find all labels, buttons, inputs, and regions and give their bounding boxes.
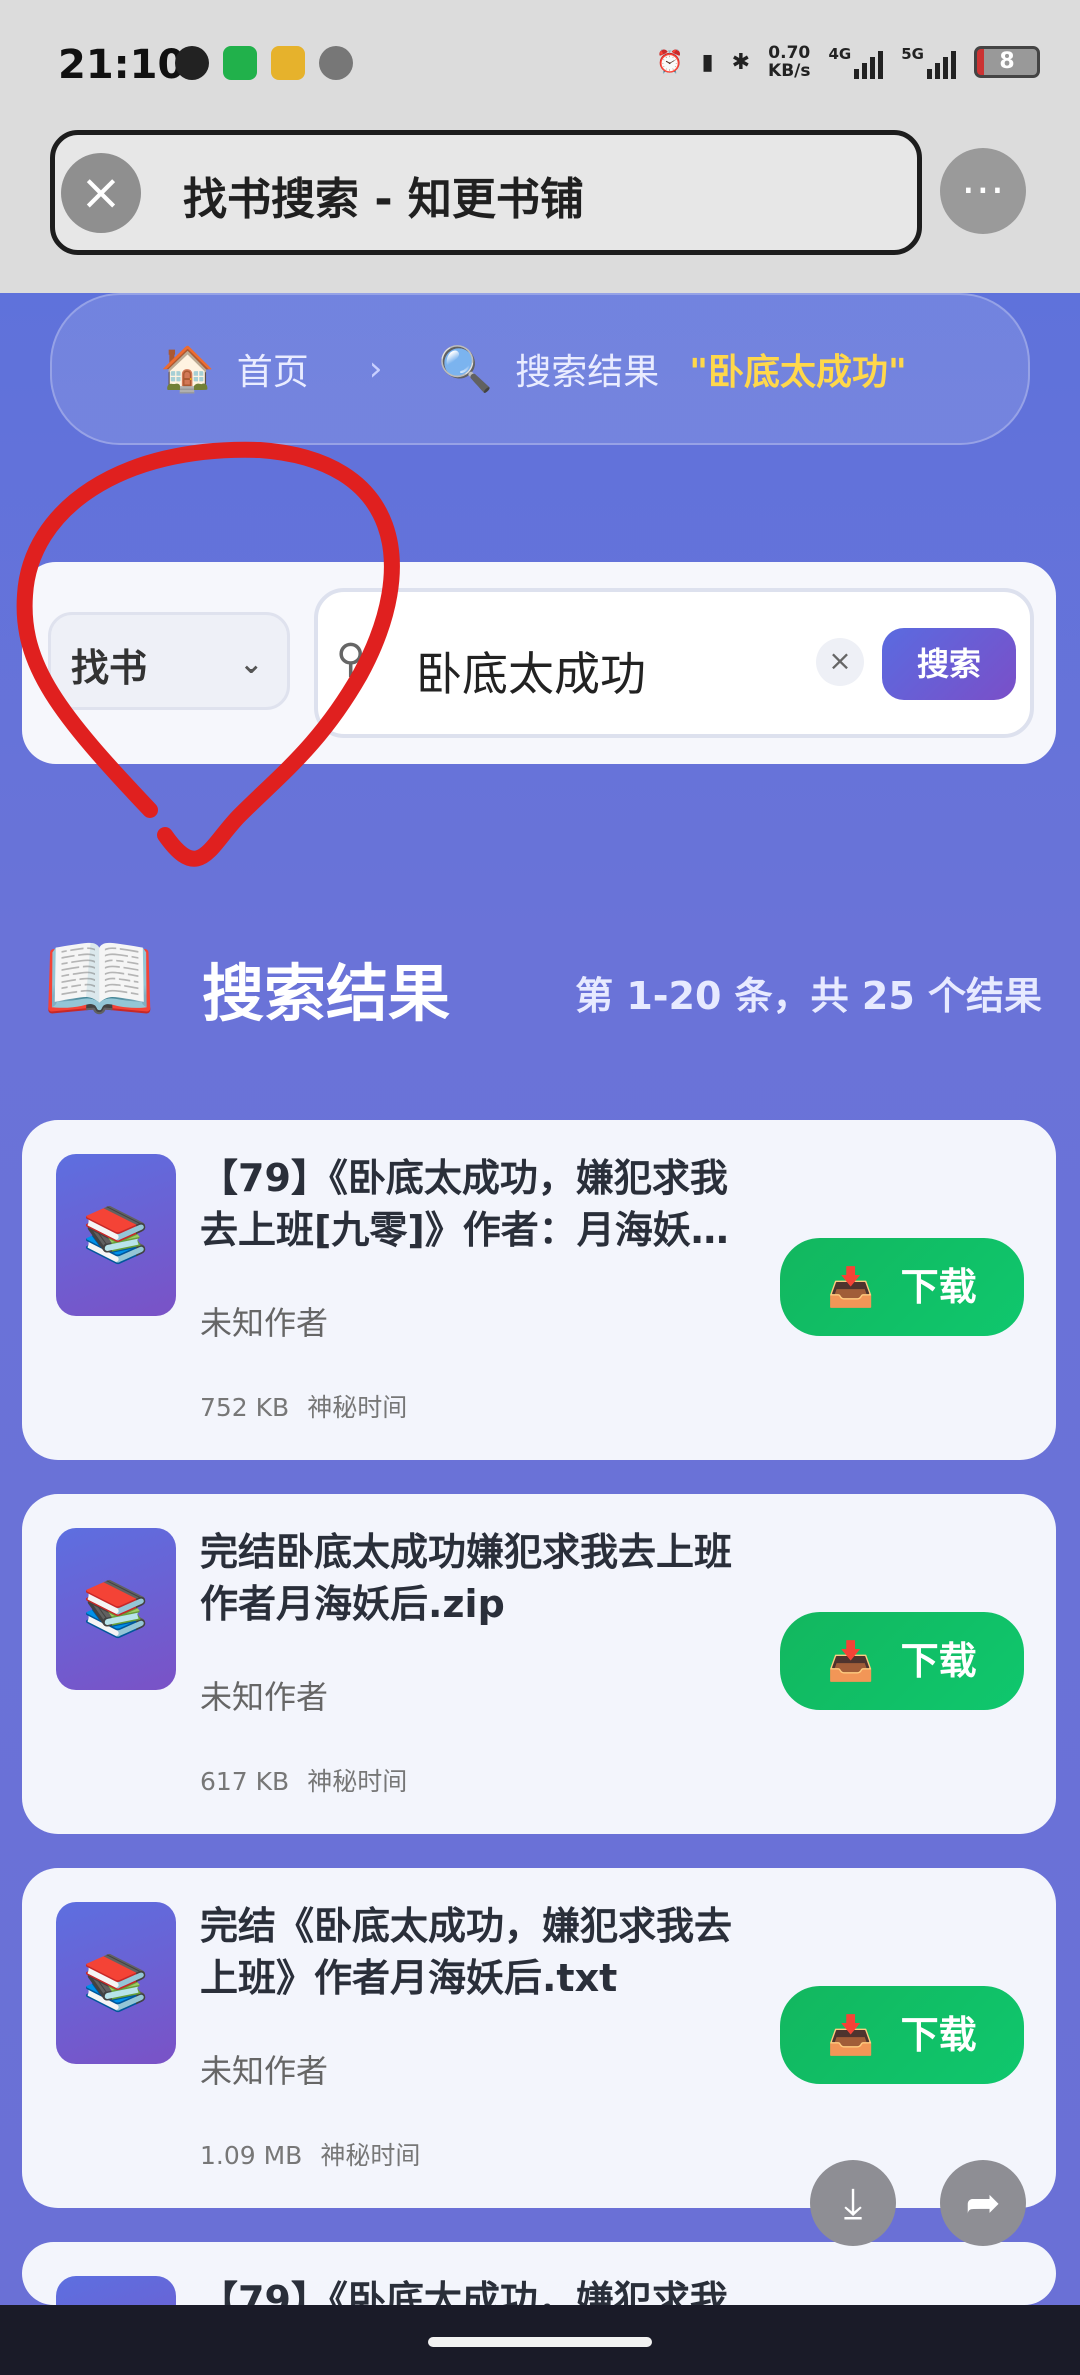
books-icon: 📚 <box>56 1902 176 2064</box>
wechat-icon <box>223 46 257 80</box>
result-time: 神秘时间 <box>307 1393 408 1422</box>
vibrate-icon: ▮ <box>701 49 714 75</box>
result-card[interactable]: 📚 完结卧底太成功嫌犯求我去上班作者月海妖后.zip 未知作者 617 KB 神秘… <box>22 1494 1056 1834</box>
breadcrumb-separator: › <box>368 349 383 389</box>
result-title[interactable]: 【79】《卧底太成功，嫌犯求我去上班[九零]》作者：月海妖… <box>200 2274 760 2305</box>
books-icon: 📚 <box>56 1528 176 1690</box>
result-card[interactable]: 📚 完结《卧底太成功，嫌犯求我去上班》作者月海妖后.txt 未知作者 1.09 … <box>22 1868 1056 2208</box>
page-title: 找书搜索 - 知更书铺 <box>183 174 584 225</box>
result-author: 未知作者 <box>200 2052 329 2090</box>
breadcrumb-query: "卧底太成功" <box>689 352 907 393</box>
avatar-icon <box>319 46 353 80</box>
books-icon: 📚 <box>56 1154 176 1316</box>
result-title[interactable]: 完结卧底太成功嫌犯求我去上班作者月海妖后.zip <box>200 1526 760 1630</box>
save-download-icon[interactable]: ⤓ <box>810 2160 896 2246</box>
bluetooth-icon: ✱ <box>731 49 751 75</box>
results-count: 第 1-20 条，共 25 个结果 <box>575 974 1042 1018</box>
signal-5g-icon: 5G <box>901 45 956 79</box>
share-icon[interactable]: ➦ <box>940 2160 1026 2246</box>
download-tray-icon: 📥 <box>827 1639 875 1683</box>
status-time: 21:10 <box>58 42 186 88</box>
system-nav-bar <box>0 2305 1080 2375</box>
url-bar[interactable]: × 找书搜索 - 知更书铺 <box>50 130 922 255</box>
result-card[interactable]: 📚 【79】《卧底太成功，嫌犯求我去上班[九零]》作者：月海妖… <box>22 2242 1056 2305</box>
magnifier-icon: 🔍 <box>438 344 494 395</box>
signal-4g-icon: 4G <box>829 45 884 79</box>
download-tray-icon: 📥 <box>827 1265 875 1309</box>
search-button[interactable]: 搜索 <box>882 628 1016 700</box>
more-icon[interactable]: ⋯ <box>940 148 1026 234</box>
search-input[interactable]: 卧底太成功 <box>416 638 646 704</box>
result-meta: 1.09 MB 神秘时间 <box>200 2136 420 2172</box>
breadcrumb-results: 搜索结果 <box>515 352 660 393</box>
result-title[interactable]: 【79】《卧底太成功，嫌犯求我去上班[九零]》作者：月海妖… <box>200 1152 760 1256</box>
books-icon: 📚 <box>56 2276 176 2305</box>
result-size: 752 KB <box>200 1393 290 1422</box>
search-box: ⚲ 卧底太成功 × 搜索 <box>314 588 1034 738</box>
alarm-icon: ⏰ <box>656 49 684 75</box>
result-time: 神秘时间 <box>320 2141 421 2170</box>
result-card[interactable]: 📚 【79】《卧底太成功，嫌犯求我去上班[九零]》作者：月海妖… 未知作者 75… <box>22 1120 1056 1460</box>
download-tray-icon: 📥 <box>827 2013 875 2057</box>
result-meta: 617 KB 神秘时间 <box>200 1762 407 1798</box>
result-author: 未知作者 <box>200 1304 329 1342</box>
home-handle[interactable] <box>428 2337 652 2347</box>
result-size: 1.09 MB <box>200 2141 303 2170</box>
result-title[interactable]: 完结《卧底太成功，嫌犯求我去上班》作者月海妖后.txt <box>200 1900 760 2004</box>
browser-toolbar: × 找书搜索 - 知更书铺 ⋯ <box>0 130 1080 293</box>
result-time: 神秘时间 <box>307 1767 408 1796</box>
download-button[interactable]: 📥 下载 <box>780 1986 1024 2084</box>
red-circle-annotation <box>16 441 400 867</box>
close-icon[interactable]: × <box>61 153 141 233</box>
status-bar: 21:10 ⏰ ▮ ✱ 0.70 KB/s 4G 5G 8 <box>0 0 1080 130</box>
status-indicators: ⏰ ▮ ✱ 0.70 KB/s 4G 5G 8 <box>656 44 1040 80</box>
breadcrumb-home[interactable]: 首页 <box>237 343 309 395</box>
download-button[interactable]: 📥 下载 <box>780 1612 1024 1710</box>
clear-button[interactable]: × <box>816 638 864 686</box>
net-speed: 0.70 KB/s <box>768 43 811 81</box>
notes-icon <box>271 46 305 80</box>
notification-icons <box>175 46 353 80</box>
battery-icon: 8 <box>974 46 1040 78</box>
result-author: 未知作者 <box>200 1678 329 1716</box>
result-meta: 752 KB 神秘时间 <box>200 1388 407 1424</box>
download-button[interactable]: 📥 下载 <box>780 1238 1024 1336</box>
qq-icon <box>175 46 209 80</box>
home-icon[interactable]: 🏠 <box>160 343 215 395</box>
result-size: 617 KB <box>200 1767 290 1796</box>
